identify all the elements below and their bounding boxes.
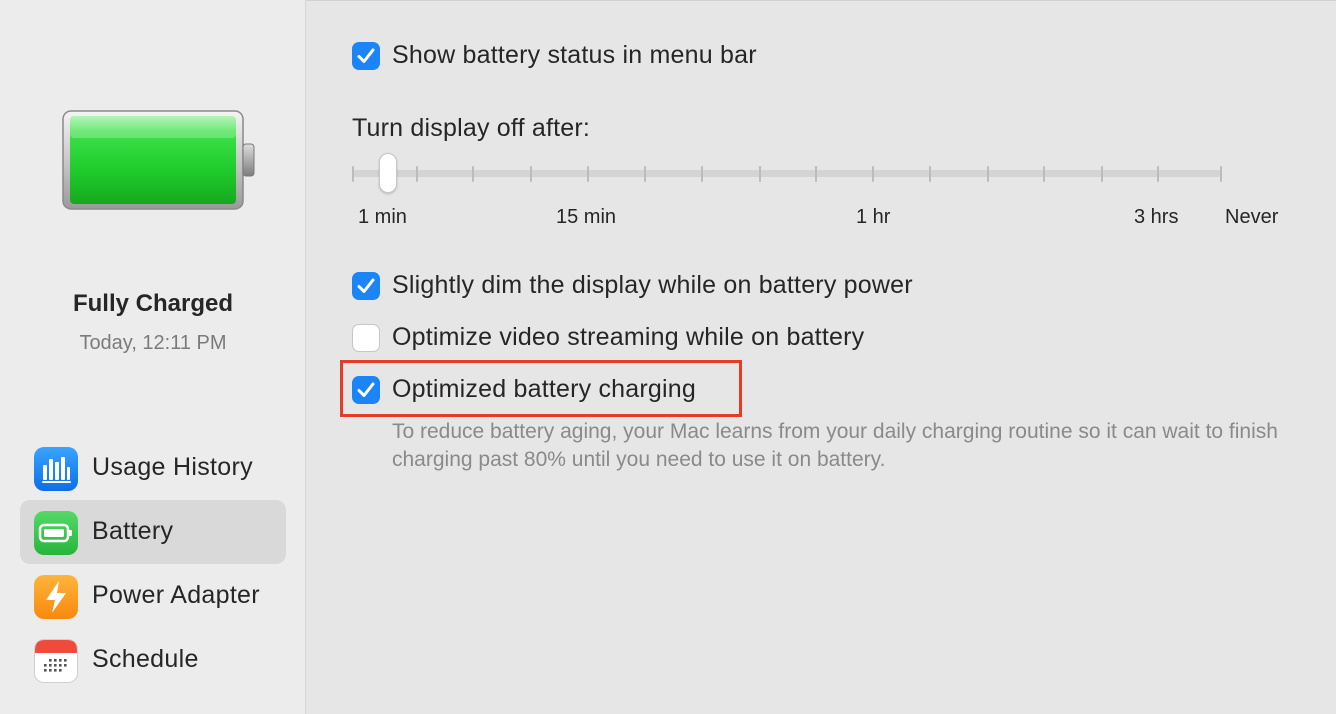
sidebar-item-label: Power Adapter (92, 581, 260, 609)
slider-tick (701, 166, 703, 182)
sidebar-item-label: Battery (92, 517, 174, 545)
slider-tick (472, 166, 474, 182)
slider-tick (1043, 166, 1045, 182)
checkbox-label: Slightly dim the display while on batter… (392, 271, 913, 299)
slider-thumb[interactable] (379, 153, 397, 193)
slider-tick-label: Never (1225, 206, 1279, 228)
battery-charge-icon (62, 110, 255, 210)
checkbox-label: Show battery status in menu bar (392, 41, 757, 69)
display-off-slider[interactable] (352, 170, 1222, 177)
checkbox-checked[interactable] (352, 42, 380, 70)
battery-settings-pane: Show battery status in menu bar Turn dis… (306, 0, 1336, 714)
slider-tick (987, 166, 989, 182)
slider-tick-label: 3 hrs (1134, 206, 1179, 228)
slider-tick (352, 166, 354, 182)
slider-tick (929, 166, 931, 182)
slider-tick-label: 1 hr (856, 206, 891, 228)
sidebar-item-label: Schedule (92, 645, 199, 673)
slider-tick (587, 166, 589, 182)
optimized-charging-description: To reduce battery aging, your Mac learns… (392, 420, 1278, 471)
checkbox-unchecked[interactable] (352, 324, 380, 352)
slider-tick-label: 15 min (556, 206, 617, 228)
checkbox-checked[interactable] (352, 272, 380, 300)
slider-tick (759, 166, 761, 182)
slider-tick (644, 166, 646, 182)
checkbox-label: Optimize video streaming while on batter… (392, 323, 865, 351)
slider-tick (872, 166, 874, 182)
display-off-label: Turn display off after: (352, 114, 591, 142)
checkbox-label: Optimized battery charging (392, 375, 696, 403)
sidebar-item-label: Usage History (92, 453, 253, 481)
battery-icon (34, 511, 78, 555)
bar-chart-icon (34, 447, 78, 491)
slider-tick (1220, 166, 1222, 182)
calendar-icon (34, 639, 78, 683)
slider-tick (1101, 166, 1103, 182)
slider-tick (815, 166, 817, 182)
charge-status-title: Fully Charged (72, 290, 234, 317)
sidebar-item-schedule[interactable]: Schedule (20, 628, 286, 692)
sidebar-item-usage-history[interactable]: Usage History (20, 436, 286, 500)
sidebar-item-battery[interactable]: Battery (20, 500, 286, 564)
lightning-bolt-icon (34, 575, 78, 619)
sidebar: Fully Charged Today, 12:11 PM Usage Hist… (0, 0, 306, 714)
checkbox-checked[interactable] (352, 376, 380, 404)
slider-tick-label: 1 min (358, 206, 407, 228)
slider-tick (1157, 166, 1159, 182)
slider-tick (530, 166, 532, 182)
charge-status-time: Today, 12:11 PM (79, 332, 227, 354)
sidebar-item-power-adapter[interactable]: Power Adapter (20, 564, 286, 628)
slider-tick (416, 166, 418, 182)
